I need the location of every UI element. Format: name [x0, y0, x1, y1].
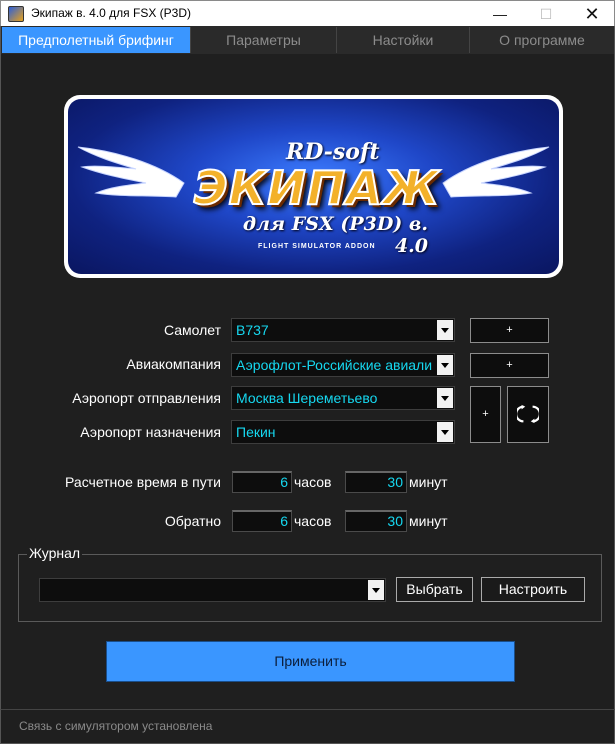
- status-bar: Связь с симулятором установлена: [0, 709, 615, 744]
- add-aircraft-button[interactable]: +: [470, 318, 549, 343]
- app-icon: [8, 6, 24, 22]
- maximize-button[interactable]: ☐: [523, 1, 569, 27]
- add-airline-button[interactable]: +: [470, 353, 549, 378]
- en-route-minutes-unit: минут: [409, 474, 448, 490]
- airline-select[interactable]: Аэрофлот-Российские авиали: [231, 353, 455, 377]
- chevron-down-icon[interactable]: [437, 355, 453, 375]
- connection-status: Связь с симулятором установлена: [19, 719, 213, 733]
- chevron-down-icon[interactable]: [368, 580, 384, 600]
- tab-about[interactable]: О программе: [470, 27, 614, 53]
- arrival-airport-value: Пекин: [236, 424, 276, 440]
- add-airport-button[interactable]: +: [470, 386, 501, 443]
- return-minutes-unit: минут: [409, 513, 448, 529]
- logo-banner: RD-soft ЭКИПАЖ для FSX (P3D) в. 4.0 FLIG…: [64, 95, 563, 278]
- logo-title: ЭКИПАЖ: [193, 160, 441, 216]
- apply-button[interactable]: Применить: [106, 641, 515, 682]
- airline-value: Аэрофлот-Российские авиали: [236, 357, 433, 373]
- main-panel: RD-soft ЭКИПАЖ для FSX (P3D) в. 4.0 FLIG…: [0, 54, 615, 709]
- logo-tagline: FLIGHT SIMULATOR ADDON: [258, 243, 376, 250]
- journal-select-button[interactable]: Выбрать: [396, 577, 473, 602]
- tab-preflight-briefing[interactable]: Предполетный брифинг: [2, 27, 191, 53]
- airline-label: Авиакомпания: [126, 356, 221, 372]
- tab-bar: Предполетный брифинг Параметры Настойки …: [0, 26, 615, 54]
- return-hours-unit: часов: [294, 513, 332, 529]
- journal-select[interactable]: [39, 578, 386, 602]
- chevron-down-icon[interactable]: [437, 388, 453, 408]
- left-wing-icon: [77, 146, 185, 198]
- return-time-label: Обратно: [164, 513, 221, 529]
- journal-group: Журнал Выбрать Настроить: [18, 545, 602, 622]
- chevron-down-icon[interactable]: [437, 422, 453, 442]
- swap-arrows-icon: [515, 404, 541, 424]
- en-route-hours-unit: часов: [294, 474, 332, 490]
- close-button[interactable]: ✕: [569, 1, 615, 27]
- swap-airports-button[interactable]: [507, 386, 549, 443]
- return-minutes-input[interactable]: 30: [345, 510, 407, 532]
- aircraft-label: Самолет: [163, 322, 221, 338]
- departure-airport-select[interactable]: Москва Шереметьево: [231, 386, 455, 410]
- tab-parameters[interactable]: Параметры: [191, 27, 337, 53]
- en-route-time-label: Расчетное время в пути: [65, 474, 221, 490]
- logo-subtitle: для FSX (P3D) в. 4.0: [242, 213, 428, 257]
- en-route-hours-input[interactable]: 6: [232, 471, 292, 493]
- chevron-down-icon[interactable]: [437, 320, 453, 340]
- return-hours-input[interactable]: 6: [232, 510, 292, 532]
- en-route-minutes-input[interactable]: 30: [345, 471, 407, 493]
- arrival-airport-label: Аэропорт назначения: [80, 424, 221, 440]
- aircraft-select[interactable]: B737: [231, 318, 455, 342]
- arrival-airport-select[interactable]: Пекин: [231, 420, 455, 444]
- journal-title: Журнал: [27, 545, 83, 561]
- departure-airport-label: Аэропорт отправления: [72, 390, 221, 406]
- window-title: Экипаж в. 4.0 для FSX (P3D): [31, 6, 192, 20]
- title-bar: Экипаж в. 4.0 для FSX (P3D) — ☐ ✕: [0, 0, 615, 26]
- aircraft-value: B737: [236, 322, 269, 338]
- departure-airport-value: Москва Шереметьево: [236, 390, 378, 406]
- tab-settings[interactable]: Настойки: [337, 27, 470, 53]
- journal-configure-button[interactable]: Настроить: [481, 577, 585, 602]
- logo-banner-background: RD-soft ЭКИПАЖ для FSX (P3D) в. 4.0 FLIG…: [68, 99, 559, 274]
- minimize-button[interactable]: —: [477, 1, 523, 27]
